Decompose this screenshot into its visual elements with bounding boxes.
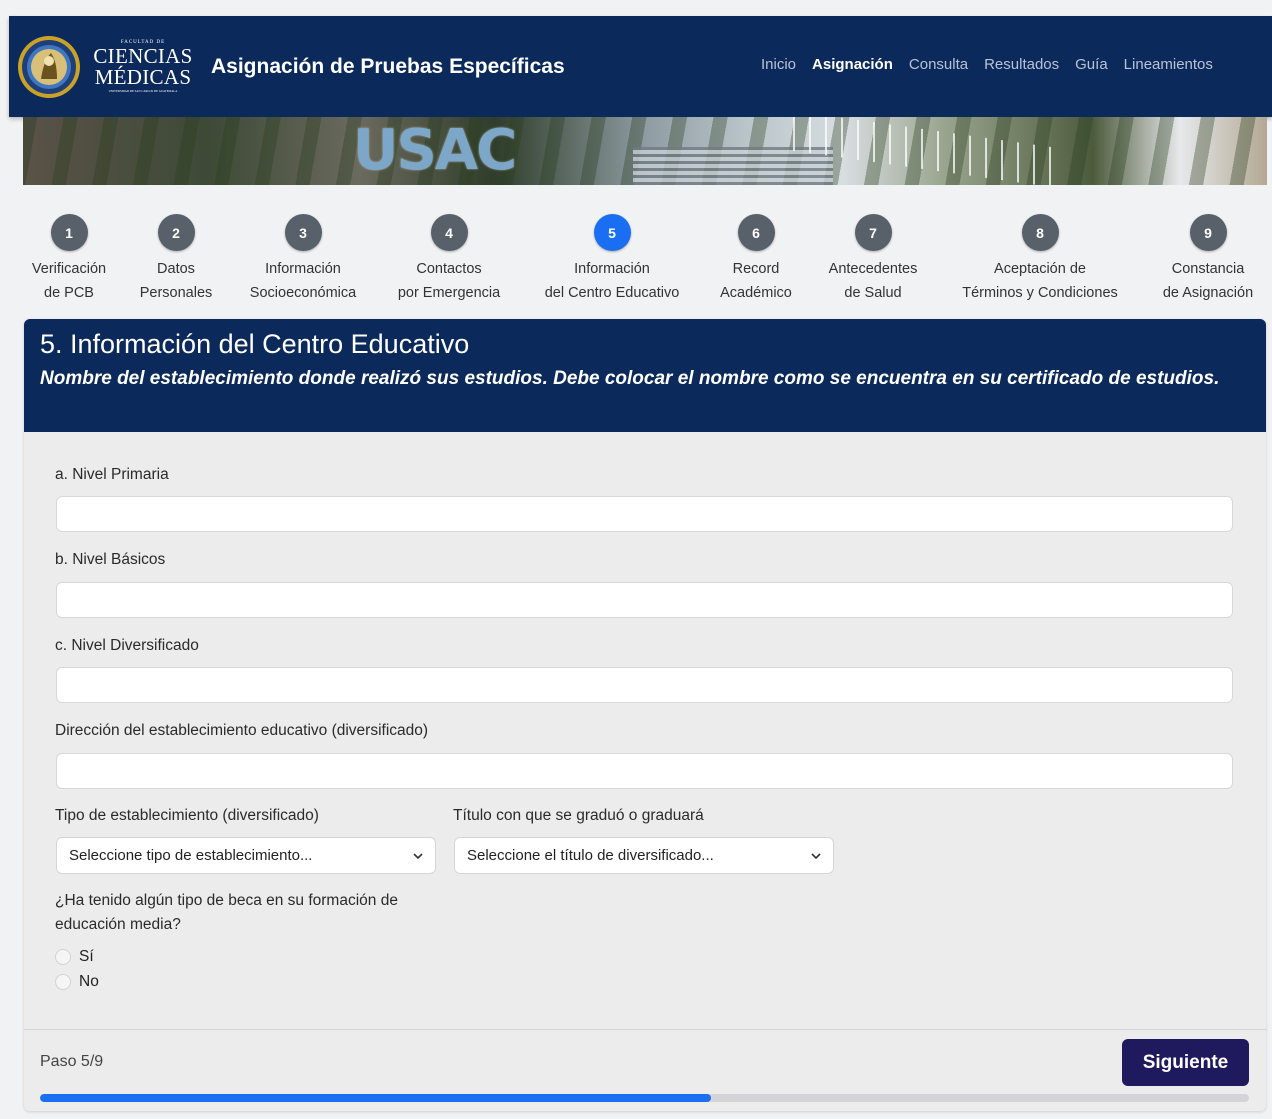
basicos-input[interactable] <box>56 582 1233 618</box>
form-subtitle: Nombre del establecimiento donde realizó… <box>40 368 1220 389</box>
direccion-label: Dirección del establecimiento educativo … <box>55 722 429 739</box>
tipo-establecimiento-selected: Seleccione tipo de establecimiento... <box>69 847 313 864</box>
step-number-badge: 2 <box>157 214 195 251</box>
wizard-stepper: 1 Verificación de PCB 2 Datos Personales 3 Info… <box>17 214 1272 304</box>
form-card: 5. Información del Centro Educativo Nomb… <box>24 319 1266 1111</box>
nav-link-consulta[interactable]: Consulta <box>909 56 968 73</box>
direccion-input[interactable] <box>56 753 1233 789</box>
tipo-establecimiento-select[interactable]: Seleccione tipo de establecimiento... <box>56 837 436 874</box>
main-nav: Inicio Asignación Consulta Resultados Guía Li… <box>761 56 1213 73</box>
chevron-down-icon <box>811 853 821 860</box>
form-title: 5. Información del Centro Educativo <box>40 329 470 359</box>
top-navbar: FACULTAD DE CIENCIAS MÉDICAS UNIVERSIDAD… <box>9 16 1272 117</box>
step-counter: Paso 5/9 <box>40 1053 104 1070</box>
app-title: Asignación de Pruebas Específicas <box>211 54 565 78</box>
beca-option-si[interactable]: Sí <box>55 948 94 966</box>
chevron-down-icon <box>413 853 423 860</box>
progress-fill <box>40 1094 711 1102</box>
titulo-label: Título con que se graduó o graduará <box>453 807 704 824</box>
radio-button[interactable] <box>55 974 71 990</box>
faculty-seal-icon <box>18 35 80 98</box>
beca-question: ¿Ha tenido algún tipo de beca en su form… <box>55 892 398 933</box>
step-number-badge: 8 <box>1021 214 1059 251</box>
step-number-badge: 9 <box>1189 214 1227 251</box>
primaria-input[interactable] <box>56 496 1233 532</box>
step-label-line2: de Asignación <box>1162 285 1254 301</box>
diversificado-input[interactable] <box>56 667 1233 703</box>
form-footer: Paso 5/9 Siguiente <box>24 1029 1266 1111</box>
titulo-select[interactable]: Seleccione el título de diversificado... <box>454 837 834 874</box>
step-number-badge: 4 <box>430 214 468 251</box>
step-label: Constancia de Asignación <box>1108 257 1272 305</box>
step-label-line1: Constancia <box>1171 261 1245 277</box>
step-9[interactable]: 9 Constancia de Asignación <box>1108 214 1272 305</box>
step-number-badge: 7 <box>854 214 892 251</box>
nav-link-inicio[interactable]: Inicio <box>761 56 796 73</box>
usac-banner-text: USAC <box>353 118 517 183</box>
diversificado-label: c. Nivel Diversificado <box>55 637 199 654</box>
nav-link-guia[interactable]: Guía <box>1075 56 1108 73</box>
basicos-label: b. Nivel Básicos <box>55 551 166 568</box>
primaria-label: a. Nivel Primaria <box>55 466 169 483</box>
radio-label-si: Sí <box>79 948 94 965</box>
tipo-establecimiento-label: Tipo de establecimiento (diversificado) <box>55 807 319 824</box>
radio-button[interactable] <box>55 949 71 965</box>
campus-banner-image: USAC <box>23 117 1267 185</box>
faculty-logo-text: FACULTAD DE CIENCIAS MÉDICAS UNIVERSIDAD… <box>93 40 193 93</box>
titulo-selected: Seleccione el título de diversificado... <box>467 847 714 864</box>
nav-link-resultados[interactable]: Resultados <box>984 56 1059 73</box>
nav-link-asignacion[interactable]: Asignación <box>812 56 893 73</box>
progress-bar <box>40 1094 1249 1102</box>
step-number-badge: 5 <box>593 214 631 251</box>
nav-link-lineamientos[interactable]: Lineamientos <box>1124 56 1213 73</box>
step-number-badge: 6 <box>737 214 775 251</box>
beca-option-no[interactable]: No <box>55 973 99 991</box>
step-number-badge: 3 <box>284 214 322 251</box>
next-button[interactable]: Siguiente <box>1122 1039 1249 1086</box>
form-card-header: 5. Información del Centro Educativo Nomb… <box>24 319 1266 432</box>
radio-label-no: No <box>79 973 99 990</box>
